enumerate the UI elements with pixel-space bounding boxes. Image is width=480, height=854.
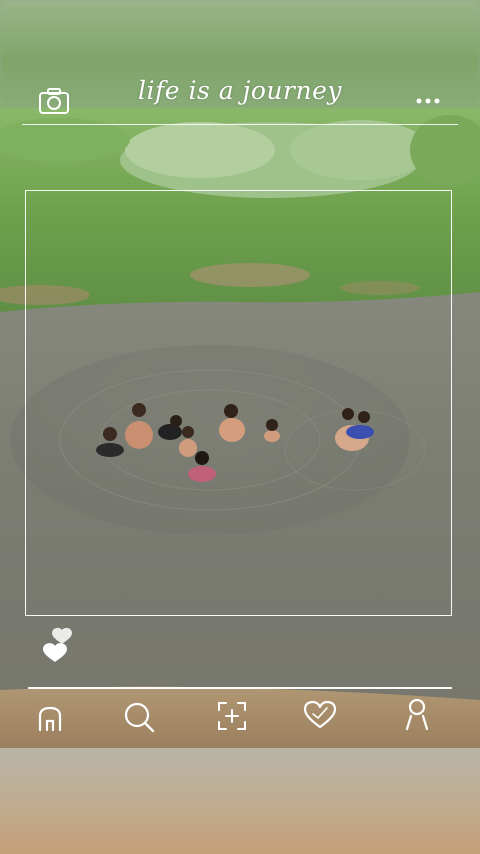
heart-icon[interactable] [302, 698, 338, 732]
photo-frame [25, 190, 452, 616]
home-icon[interactable] [34, 702, 66, 734]
search-icon[interactable] [120, 698, 158, 736]
nav-divider [28, 687, 452, 689]
add-frame-icon[interactable] [214, 698, 250, 734]
camera-icon[interactable] [38, 86, 70, 116]
more-dots-icon[interactable] [414, 94, 442, 108]
hearts-icon[interactable] [40, 626, 76, 666]
profile-icon[interactable] [400, 696, 434, 732]
bottom-blur-band [0, 748, 480, 854]
page-title: life is a journey [138, 76, 342, 105]
header-divider [22, 124, 458, 125]
